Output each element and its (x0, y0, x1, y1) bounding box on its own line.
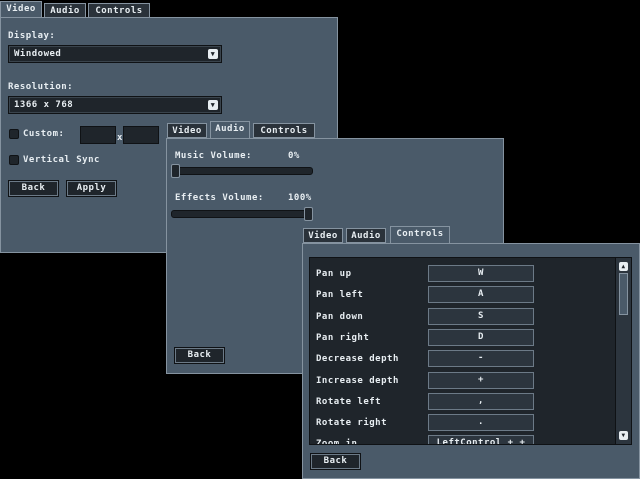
keybinding-row: Pan down S (310, 306, 610, 327)
effects-volume-label: Effects Volume: (175, 193, 264, 203)
keybinding-list[interactable]: Pan up W Pan left A Pan down S Pan right D Decre… (309, 257, 632, 445)
action-label: Pan left (316, 290, 364, 301)
action-label: Increase depth (316, 375, 399, 386)
music-volume-track[interactable] (171, 167, 313, 175)
tab-audio[interactable]: Audio (346, 228, 386, 243)
keybinding-row: Pan up W (310, 263, 610, 284)
custom-width-field[interactable] (80, 126, 116, 144)
action-label: Rotate left (316, 396, 382, 407)
keybinding-row: Pan left A (310, 284, 610, 305)
action-label: Rotate right (316, 418, 388, 429)
action-label: Zoom in (316, 439, 358, 445)
keybinding-row: Zoom in LeftControl + + (310, 433, 610, 445)
custom-checkbox[interactable] (9, 129, 19, 139)
display-dropdown[interactable]: Windowed ▼ (8, 45, 222, 63)
scrollbar[interactable]: ▲ ▼ (615, 258, 631, 444)
apply-button[interactable]: Apply (66, 180, 117, 197)
tab-audio[interactable]: Audio (44, 3, 86, 18)
key-binding-button[interactable]: , (428, 392, 534, 410)
keybinding-row: Decrease depth - (310, 348, 610, 369)
action-label: Pan up (316, 269, 352, 279)
keybinding-row: Rotate right. (310, 412, 610, 433)
tab-controls[interactable]: Controls (253, 123, 315, 138)
display-label: Display: (8, 31, 56, 41)
resolution-label: Resolution: (8, 82, 74, 92)
action-label: Pan down (316, 311, 364, 322)
action-label: Pan right (316, 332, 370, 343)
tab-controls[interactable]: Controls (88, 3, 150, 18)
action-label: Decrease depth (316, 354, 399, 365)
vsync-checkbox[interactable] (9, 155, 19, 165)
key-binding-button[interactable]: + (428, 371, 534, 389)
scroll-down-icon[interactable]: ▼ (619, 431, 628, 440)
keybinding-row: Rotate left, (310, 391, 610, 412)
keybinding-row: Pan right D (310, 327, 610, 348)
custom-height-field[interactable] (123, 126, 159, 144)
music-volume-label: Music Volume: (175, 151, 252, 161)
tab-audio[interactable]: Audio (210, 121, 250, 138)
tab-video[interactable]: Video (303, 228, 343, 243)
key-binding-button[interactable]: W (428, 265, 534, 282)
tab-controls[interactable]: Controls (390, 226, 450, 243)
controls-back-button[interactable]: Back (310, 453, 361, 470)
effects-volume-track[interactable] (171, 210, 313, 218)
vsync-label: Vertical Sync (23, 155, 100, 165)
chevron-down-icon: ▼ (208, 100, 218, 110)
scroll-up-icon[interactable]: ▲ (619, 262, 628, 271)
resolution-value: 1366 x 768 (14, 100, 74, 110)
music-volume-slider[interactable] (171, 164, 180, 178)
key-binding-button[interactable]: D (428, 328, 534, 346)
custom-label: Custom: (23, 129, 65, 139)
key-binding-button[interactable]: . (428, 414, 534, 432)
resolution-dropdown[interactable]: 1366 x 768 ▼ (8, 96, 222, 114)
audio-back-button[interactable]: Back (174, 347, 225, 364)
tab-video[interactable]: Video (0, 1, 42, 18)
keybinding-row: Increase depth + (310, 370, 610, 391)
video-back-button[interactable]: Back (8, 180, 59, 197)
keybinding-rows: Pan up W Pan left A Pan down S Pan right D Decre… (310, 260, 615, 445)
key-binding-button[interactable]: S (428, 307, 534, 325)
music-volume-value: 0% (288, 151, 300, 161)
chevron-down-icon: ▼ (208, 49, 218, 59)
effects-volume-value: 100% (288, 193, 312, 203)
tab-video[interactable]: Video (167, 123, 207, 138)
key-binding-button[interactable]: LeftControl + + (428, 435, 534, 444)
scrollbar-thumb[interactable] (619, 273, 628, 315)
effects-volume-slider[interactable] (304, 207, 313, 221)
display-value: Windowed (14, 49, 62, 59)
key-binding-button[interactable]: - (428, 350, 534, 368)
key-binding-button[interactable]: A (428, 286, 534, 304)
